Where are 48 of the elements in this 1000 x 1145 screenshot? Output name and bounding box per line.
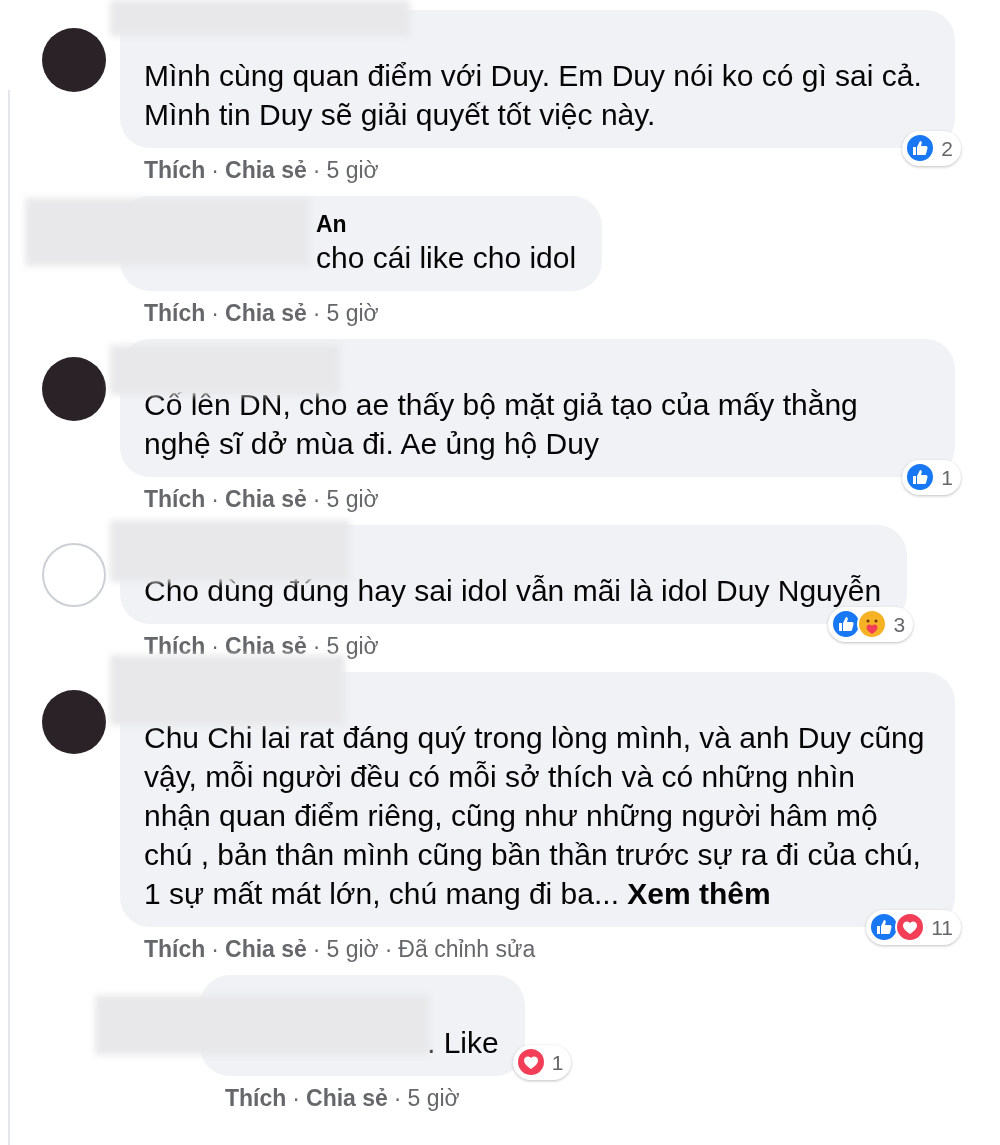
separator-dot: ·	[211, 633, 219, 659]
action-link[interactable]: Chia sẻ	[225, 300, 307, 326]
timestamp[interactable]: 5 giờ	[326, 486, 379, 512]
action-link[interactable]: Chia sẻ	[225, 633, 307, 659]
hugging-face-icon	[857, 609, 888, 640]
reaction-summary[interactable]: 11	[866, 909, 961, 945]
separator-dot: ·	[312, 936, 321, 962]
separator-dot: ·	[211, 486, 219, 512]
action-link[interactable]: Chia sẻ	[225, 936, 307, 962]
like-icon	[905, 133, 936, 164]
edited-label: Đã chỉnh sửa	[398, 936, 536, 962]
comment-text: Chu Chi lai rat đáng quý trong lòng mình, và anh Duy cũng vậy, mỗi người đều có mỗi sở thích và có những nhìn nhận quan điểm riêng, cũng như những người hâm mộ chú , bản thân mình cũng bần thần trước sự ra đi của chú, 1 sự mất mát lớn, chú mang đi ba... Xem thêm	[144, 720, 926, 912]
separator-dot: ·	[211, 936, 219, 962]
reaction-summary[interactable]: 1	[512, 1044, 572, 1080]
action-link[interactable]: Thích	[225, 1085, 287, 1111]
action-link[interactable]: Thích	[144, 936, 206, 962]
separator-dot: ·	[384, 936, 393, 962]
timestamp[interactable]: 5 giờ	[326, 157, 379, 183]
separator-dot: ·	[393, 1085, 402, 1111]
reaction-summary[interactable]: 3	[828, 606, 914, 642]
reaction-summary[interactable]: 2	[902, 130, 961, 166]
separator-dot: ·	[312, 486, 321, 512]
reaction-summary[interactable]: 1	[902, 459, 961, 495]
comment-text: cho cái like cho idol	[316, 240, 577, 276]
separator-dot: ·	[312, 300, 321, 326]
timestamp[interactable]: 5 giờ	[326, 936, 379, 962]
comment-text: Cố lên DN, cho ae thấy bộ mặt giả tạo của mấy thằng nghệ sĩ dở mùa đi. Ae ủng hộ Duy	[144, 387, 859, 462]
comment-text: Cho dùng đúng hay sai idol vẫn mãi là idol Duy Nguyễn	[144, 573, 882, 609]
action-link[interactable]: Thích	[144, 486, 206, 512]
action-link[interactable]: Thích	[144, 633, 206, 659]
separator-dot: ·	[312, 157, 321, 183]
like-icon	[905, 462, 936, 493]
timestamp[interactable]: 5 giờ	[326, 300, 379, 326]
separator-dot: ·	[211, 157, 219, 183]
timestamp[interactable]: 5 giờ	[326, 633, 379, 659]
author-name[interactable]: An	[316, 210, 577, 238]
action-link[interactable]: Chia sẻ	[225, 157, 307, 183]
separator-dot: ·	[292, 1085, 300, 1111]
comment-text: . Like	[427, 1025, 499, 1061]
action-link[interactable]: Chia sẻ	[225, 486, 307, 512]
action-link[interactable]: Thích	[144, 157, 206, 183]
timestamp[interactable]: 5 giờ	[407, 1085, 460, 1111]
separator-dot: ·	[211, 300, 219, 326]
see-more-link[interactable]: Xem thêm	[627, 877, 771, 910]
separator-dot: ·	[312, 633, 321, 659]
action-link[interactable]: Chia sẻ	[306, 1085, 388, 1111]
comment-text: Mình cùng quan điểm với Duy. Em Duy nói ko có gì sai cả. Mình tin Duy sẽ giải quyết tốt việc này.	[144, 58, 923, 133]
action-link[interactable]: Thích	[144, 300, 206, 326]
